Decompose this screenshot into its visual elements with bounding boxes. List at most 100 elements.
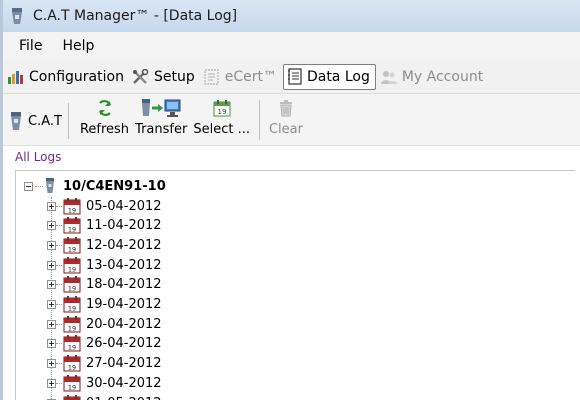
menu-file[interactable]: File — [3, 38, 52, 54]
ecert-label: eCert™ — [224, 68, 277, 85]
expand-toggle[interactable] — [47, 201, 56, 211]
expand-toggle[interactable] — [47, 221, 56, 231]
transfer-icon — [142, 99, 181, 117]
tree-node-label: 30-04-2012 — [86, 375, 162, 391]
tree-connector — [56, 284, 62, 286]
menu-bar: File Help — [3, 32, 580, 60]
expand-toggle[interactable] — [47, 359, 56, 369]
svg-text:19: 19 — [217, 108, 226, 116]
calendar-icon: 19 — [63, 256, 81, 274]
refresh-label: Refresh — [79, 122, 130, 137]
tree-node-label: 19-04-2012 — [86, 297, 162, 312]
configuration-button[interactable]: Configuration — [5, 64, 128, 90]
select-label: Select ... — [193, 122, 250, 137]
module-toolbar: Configuration Setup eCert™ Data Log My A… — [3, 60, 580, 94]
transfer-label: Transfer — [135, 122, 188, 137]
tree-connector — [56, 363, 62, 365]
tree-connector — [35, 185, 43, 187]
refresh-icon — [98, 100, 111, 116]
data-log-icon — [287, 68, 302, 85]
window-title: C.A.T Manager™ - [Data Log] — [33, 8, 238, 24]
my-account-button[interactable]: My Account — [378, 64, 487, 90]
tree-node-label: 20-04-2012 — [86, 316, 162, 332]
calendar-icon: 19 — [63, 315, 81, 333]
title-bar[interactable]: C.A.T Manager™ - [Data Log] — [3, 0, 580, 32]
calendar-icon: 19 — [63, 394, 81, 400]
tree-node-date[interactable]: 19 30-04-2012 — [47, 374, 162, 392]
tree-node-date[interactable]: 19 11-04-2012 — [47, 217, 162, 235]
expand-toggle[interactable] — [47, 280, 56, 290]
tree-node-label: 11-04-2012 — [86, 218, 162, 234]
tree-node-date[interactable]: 19 27-04-2012 — [47, 355, 162, 373]
tree-node-date[interactable]: 19 19-04-2012 — [47, 296, 162, 314]
configuration-label: Configuration — [29, 68, 124, 85]
my-account-icon — [380, 70, 397, 84]
tree-connector — [56, 304, 62, 305]
svg-text:19: 19 — [68, 383, 76, 391]
calendar-icon: 19 — [63, 335, 81, 352]
tree-node-label: 05-04-2012 — [86, 198, 162, 214]
tree-node-date[interactable]: 19 01-05-2012 — [47, 394, 162, 400]
svg-text:19: 19 — [68, 305, 76, 313]
configuration-icon — [8, 70, 23, 84]
tree-node-label: 12-04-2012 — [86, 237, 162, 253]
clear-label: Clear — [268, 122, 303, 137]
svg-text:19: 19 — [68, 285, 76, 293]
expand-toggle[interactable] — [47, 378, 56, 388]
ecert-button[interactable]: eCert™ — [201, 64, 281, 90]
svg-text:19: 19 — [68, 206, 76, 214]
tree-connector — [56, 382, 62, 384]
expand-toggle[interactable] — [47, 260, 56, 270]
expand-toggle[interactable] — [47, 319, 56, 329]
expand-toggle[interactable] — [47, 240, 56, 250]
calendar-icon: 19 — [63, 276, 81, 293]
app-window: C.A.T Manager™ - [Data Log] File Help Co… — [0, 0, 580, 400]
expand-toggle[interactable] — [47, 300, 56, 309]
clear-button[interactable]: Clear — [266, 98, 306, 137]
setup-button[interactable]: Setup — [130, 64, 199, 90]
action-toolbar: C.A.T Refresh Transfer 19 Select ... Cle… — [3, 94, 580, 146]
data-log-label: Data Log — [306, 68, 370, 85]
trash-icon — [279, 100, 292, 117]
setup-icon — [132, 68, 149, 84]
tree-node-date[interactable]: 19 20-04-2012 — [47, 315, 162, 333]
calendar-icon: 19 — [63, 236, 81, 254]
svg-text:19: 19 — [68, 344, 76, 352]
tree-connector — [56, 323, 62, 325]
cat-device-icon — [12, 8, 22, 24]
svg-text:19: 19 — [68, 364, 76, 372]
data-log-button[interactable]: Data Log — [282, 63, 376, 90]
tree-node-label: 18-04-2012 — [86, 277, 162, 293]
calendar-icon: 19 — [63, 217, 81, 234]
cat-device-label: C.A.T — [28, 113, 62, 129]
tree-connector — [56, 205, 62, 207]
expand-toggle[interactable] — [47, 339, 56, 349]
cat-device-button[interactable]: C.A.T — [9, 103, 69, 139]
menu-help[interactable]: Help — [52, 38, 104, 54]
tree-node-label: 27-04-2012 — [86, 356, 162, 372]
tree-node-date[interactable]: 19 05-04-2012 — [47, 197, 162, 215]
tree-connector — [56, 264, 62, 266]
refresh-button[interactable]: Refresh — [77, 98, 132, 137]
cat-device-icon — [46, 178, 54, 193]
svg-text:19: 19 — [68, 245, 76, 253]
collapse-toggle[interactable] — [24, 181, 33, 191]
cat-device-icon — [11, 112, 21, 130]
tree-node-date[interactable]: 19 13-04-2012 — [47, 256, 162, 274]
select-button[interactable]: 19 Select ... — [190, 98, 253, 137]
calendar-icon: 19 — [63, 355, 81, 372]
tree-node-date[interactable]: 19 26-04-2012 — [47, 335, 162, 353]
calendar-icon: 19 — [63, 296, 81, 313]
tree-root-label: 10/C4EN91-10 — [63, 178, 166, 194]
tree-node-date[interactable]: 19 12-04-2012 — [47, 236, 162, 254]
tree-connector — [56, 225, 62, 227]
my-account-label: My Account — [401, 68, 484, 85]
tree-node-label: 26-04-2012 — [86, 336, 162, 352]
tree-root[interactable]: 10/C4EN91-10 — [24, 177, 166, 195]
transfer-button[interactable]: Transfer — [132, 98, 190, 137]
tree-node-date[interactable]: 19 18-04-2012 — [47, 276, 162, 294]
breadcrumb-all-logs[interactable]: All Logs — [15, 150, 61, 164]
log-tree: 10/C4EN91-10 19 05-04-2012 19 11-04-2012 19 1… — [15, 170, 575, 400]
ecert-icon — [204, 68, 219, 85]
svg-text:19: 19 — [68, 324, 76, 332]
